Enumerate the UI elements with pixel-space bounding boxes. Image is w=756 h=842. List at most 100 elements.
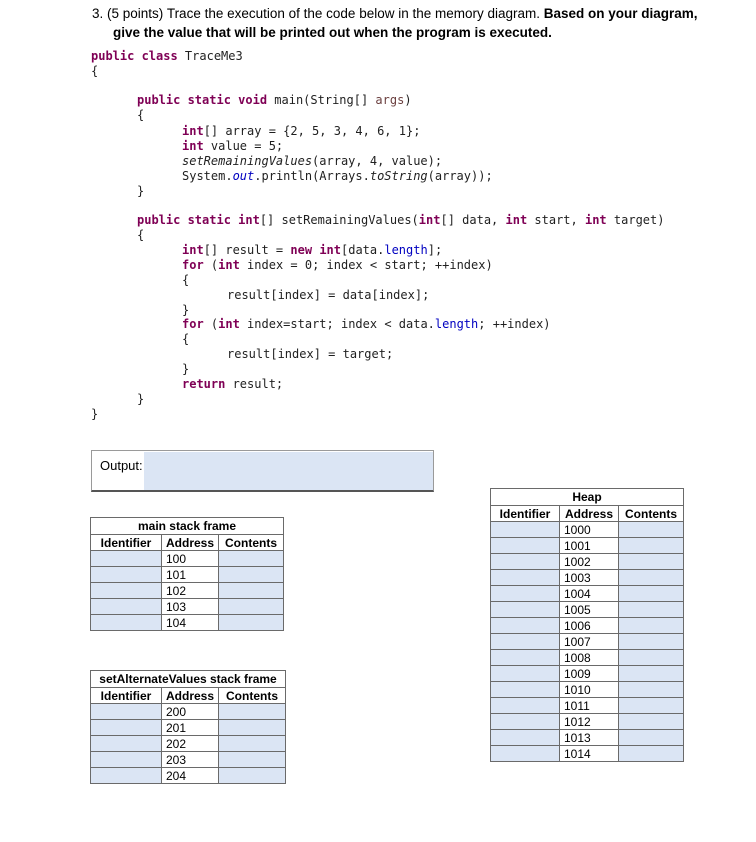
code-line-assign1: result[index] = data[index];: [227, 288, 430, 302]
identifier-cell[interactable]: [490, 713, 560, 730]
contents-cell[interactable]: [618, 601, 684, 618]
header-contents: Contents: [218, 687, 286, 704]
address-cell: 1011: [559, 697, 619, 714]
contents-cell[interactable]: [618, 745, 684, 762]
code-line-for2: for (int index=start; index < data.lengt…: [182, 317, 551, 331]
table-row: 200: [90, 703, 286, 720]
contents-cell[interactable]: [218, 598, 284, 615]
question-text: 3. (5 points) Trace the execution of the…: [92, 4, 698, 42]
table-row: 1014: [490, 745, 684, 762]
code-brace: }: [137, 184, 145, 198]
contents-cell[interactable]: [218, 550, 284, 567]
identifier-cell[interactable]: [490, 745, 560, 762]
identifier-cell[interactable]: [490, 521, 560, 538]
contents-cell[interactable]: [218, 703, 286, 720]
contents-cell[interactable]: [218, 719, 286, 736]
address-cell: 1004: [559, 585, 619, 602]
table-row: 104: [90, 614, 284, 631]
identifier-cell[interactable]: [90, 582, 162, 599]
contents-cell[interactable]: [618, 681, 684, 698]
identifier-cell[interactable]: [490, 729, 560, 746]
table-row: 1008: [490, 649, 684, 666]
code-brace: {: [91, 64, 99, 78]
identifier-cell[interactable]: [90, 767, 162, 784]
contents-cell[interactable]: [218, 566, 284, 583]
header-contents: Contents: [218, 534, 284, 551]
identifier-cell[interactable]: [90, 598, 162, 615]
contents-cell[interactable]: [618, 617, 684, 634]
identifier-cell[interactable]: [490, 601, 560, 618]
identifier-cell[interactable]: [490, 633, 560, 650]
code-line-method-signature: public static int[] setRemainingValues(i…: [137, 213, 665, 227]
address-cell: 1014: [559, 745, 619, 762]
address-cell: 1006: [559, 617, 619, 634]
question-text-b: Based on your diagram,: [543, 6, 698, 21]
contents-cell[interactable]: [218, 735, 286, 752]
header-identifier: Identifier: [90, 534, 162, 551]
identifier-cell[interactable]: [490, 697, 560, 714]
address-cell: 104: [160, 614, 220, 631]
identifier-cell[interactable]: [490, 537, 560, 554]
code-line-array: int[] array = {2, 5, 3, 4, 6, 1};: [182, 124, 421, 138]
table-row: 1006: [490, 617, 684, 634]
contents-cell[interactable]: [618, 585, 684, 602]
code-line-class: public class TraceMe3: [91, 49, 243, 63]
contents-cell[interactable]: [618, 665, 684, 682]
question-line2: give the value that will be printed out …: [113, 25, 552, 40]
identifier-cell[interactable]: [490, 569, 560, 586]
contents-cell[interactable]: [618, 521, 684, 538]
contents-cell[interactable]: [618, 649, 684, 666]
code-line-return: return result;: [182, 377, 284, 391]
contents-cell[interactable]: [218, 582, 284, 599]
code-brace: }: [137, 392, 145, 406]
identifier-cell[interactable]: [490, 649, 560, 666]
table-row: 203: [90, 751, 286, 768]
code-line-value: int value = 5;: [182, 139, 284, 153]
table-row: 103: [90, 598, 284, 615]
output-field[interactable]: [144, 452, 433, 490]
table-row: 101: [90, 566, 284, 583]
identifier-cell[interactable]: [490, 665, 560, 682]
contents-cell[interactable]: [618, 729, 684, 746]
code-line-result: int[] result = new int[data.length];: [182, 243, 443, 257]
contents-cell[interactable]: [218, 767, 286, 784]
identifier-cell[interactable]: [90, 719, 162, 736]
contents-cell[interactable]: [618, 697, 684, 714]
header-identifier: Identifier: [490, 505, 560, 522]
code-brace: {: [182, 273, 190, 287]
contents-cell[interactable]: [218, 751, 286, 768]
identifier-cell[interactable]: [90, 703, 162, 720]
identifier-cell[interactable]: [490, 585, 560, 602]
address-cell: 102: [160, 582, 220, 599]
code-brace: {: [137, 108, 145, 122]
code-brace: }: [182, 362, 190, 376]
header-address: Address: [559, 505, 619, 522]
identifier-cell[interactable]: [90, 566, 162, 583]
table-row: 1003: [490, 569, 684, 586]
table-row: 1012: [490, 713, 684, 730]
identifier-cell[interactable]: [490, 617, 560, 634]
header-address: Address: [160, 687, 220, 704]
address-cell: 1009: [559, 665, 619, 682]
contents-cell[interactable]: [618, 713, 684, 730]
address-cell: 200: [160, 703, 220, 720]
table-row: 100: [90, 550, 284, 567]
contents-cell[interactable]: [618, 537, 684, 554]
heap-title: Heap: [490, 488, 684, 505]
identifier-cell[interactable]: [90, 614, 162, 631]
identifier-cell[interactable]: [90, 751, 162, 768]
contents-cell[interactable]: [618, 569, 684, 586]
contents-cell[interactable]: [218, 614, 284, 631]
identifier-cell[interactable]: [490, 553, 560, 570]
identifier-cell[interactable]: [490, 681, 560, 698]
identifier-cell[interactable]: [90, 735, 162, 752]
address-cell: 1013: [559, 729, 619, 746]
code-line-main-signature: public static void main(String[] args): [137, 93, 412, 107]
contents-cell[interactable]: [618, 633, 684, 650]
main-stack-frame-title: main stack frame: [90, 517, 284, 534]
code-line-for1: for (int index = 0; index < start; ++ind…: [182, 258, 493, 272]
code-line-println: System.out.println(Arrays.toString(array…: [182, 169, 493, 183]
contents-cell[interactable]: [618, 553, 684, 570]
identifier-cell[interactable]: [90, 550, 162, 567]
set-stack-frame-table: setAlternateValues stack frame Identifie…: [90, 670, 286, 784]
